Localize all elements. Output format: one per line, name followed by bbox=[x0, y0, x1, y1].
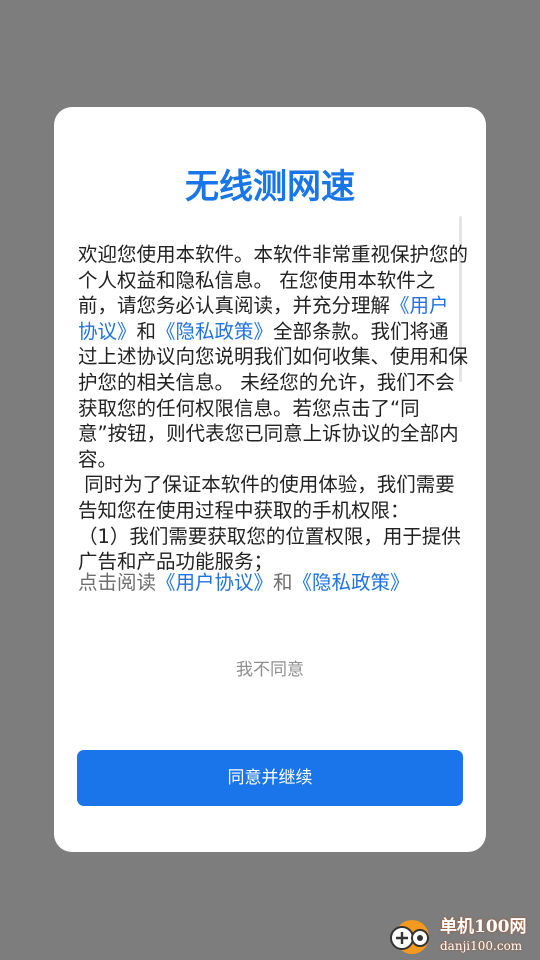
and-text: 和 bbox=[136, 319, 157, 343]
privacy-policy-link[interactable]: 《隐私政策》 bbox=[156, 320, 273, 343]
read-agreements-line: 点击阅读《用户协议》和《隐私政策》 bbox=[78, 569, 410, 597]
read-and-text: 和 bbox=[273, 571, 293, 594]
location-permission-paragraph: （1）我们需要获取您的位置权限，用于提供广告和产品功能服务； bbox=[78, 524, 461, 574]
user-agreement-link-bottom[interactable]: 《用户协议》 bbox=[156, 571, 273, 594]
site-watermark: 单机100网 danji100.com bbox=[386, 916, 534, 958]
watermark-logo-icon bbox=[390, 920, 429, 954]
read-prefix: 点击阅读 bbox=[78, 571, 157, 594]
privacy-policy-link-bottom[interactable]: 《隐私政策》 bbox=[293, 571, 410, 594]
watermark-name: 单机100网 bbox=[440, 917, 527, 937]
watermark-url: danji100.com bbox=[440, 939, 523, 953]
agree-continue-button[interactable]: 同意并继续 bbox=[77, 750, 463, 806]
disagree-button[interactable]: 我不同意 bbox=[0, 657, 540, 683]
permission-paragraph: 同时为了保证本软件的使用体验，我们需要告知您在使用过程中获取的手机权限： bbox=[78, 473, 455, 522]
dialog-title: 无线测网速 bbox=[185, 167, 355, 207]
agreement-paragraph: 欢迎您使用本软件。本软件非常重视保护您的个人权益和隐私信息。 在您使用本软件之前… bbox=[78, 242, 468, 472]
agreement-text: 欢迎您使用本软件。本软件非常重视保护您的个人权益和隐私信息。 在您使用本软件之前… bbox=[78, 242, 468, 575]
watermark-text: 单机100网 danji100.com bbox=[440, 916, 527, 954]
